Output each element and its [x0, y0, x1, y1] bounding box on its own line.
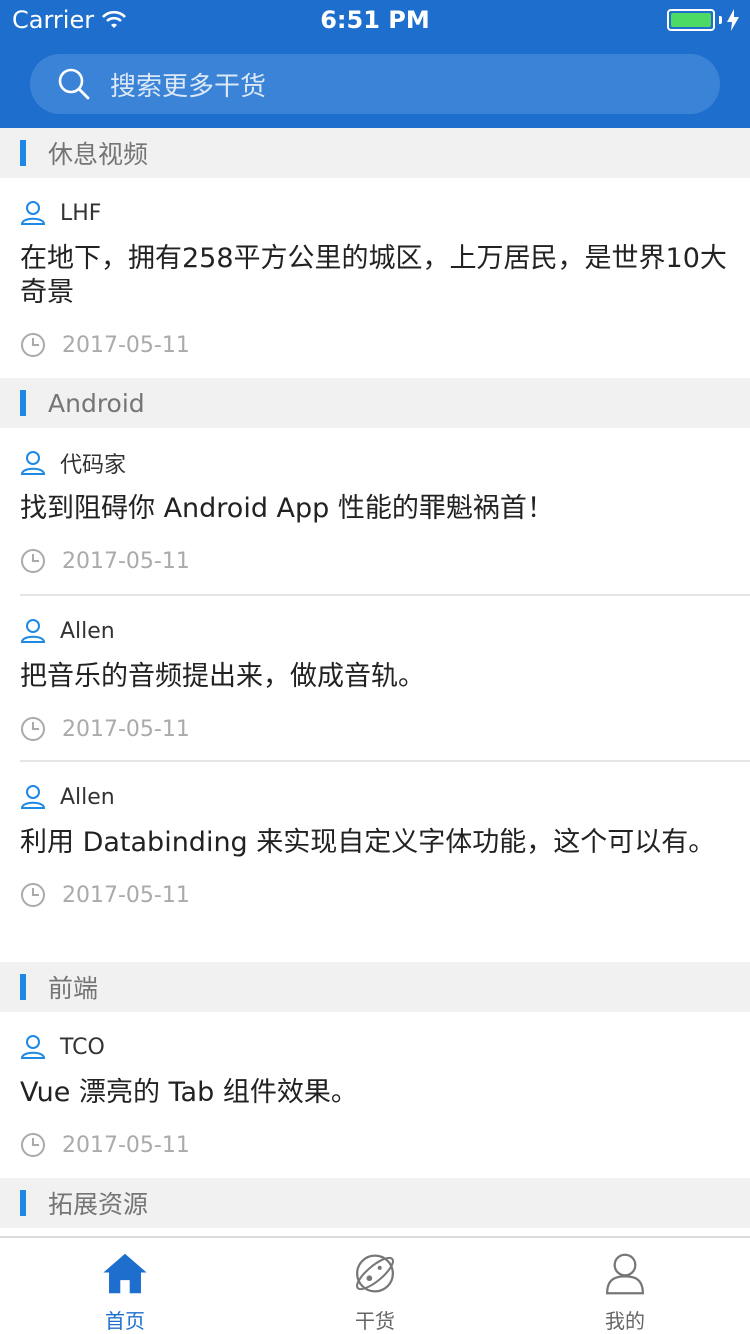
home-icon: [103, 1253, 147, 1294]
section-marker: [20, 140, 26, 166]
item-title[interactable]: 在地下，拥有258平方公里的城区，上万居民，是世界10大奇景: [20, 242, 730, 310]
author-name: Allen: [60, 618, 115, 644]
tab-label: 我的: [605, 1309, 645, 1333]
user-icon: [20, 619, 46, 643]
section-header: 前端: [0, 962, 750, 1012]
search-placeholder: 搜索更多干货: [110, 71, 267, 102]
user-icon: [20, 201, 46, 225]
section-title: 休息视频: [48, 140, 149, 169]
list-item[interactable]: TCO Vue 漂亮的 Tab 组件效果。 2017-05-11: [0, 1012, 750, 1178]
list-item[interactable]: LHF 在地下，拥有258平方公里的城区，上万居民，是世界10大奇景 2017-…: [0, 178, 750, 378]
item-date: 2017-05-11: [62, 1132, 190, 1158]
top-bar: Carrier 6:51 PM 搜索更多干货: [0, 0, 750, 128]
author-row: TCO: [20, 1012, 730, 1064]
battery-body: [667, 9, 715, 31]
status-time: 6:51 PM: [320, 6, 430, 34]
item-title[interactable]: Vue 漂亮的 Tab 组件效果。: [20, 1076, 730, 1110]
battery: [667, 9, 740, 31]
feed-list[interactable]: 休息视频 LHF 在地下，拥有258平方公里的城区，上万居民，是世界10大奇景 …: [0, 128, 750, 1236]
date-row: 2017-05-11: [20, 714, 730, 744]
item-date: 2017-05-11: [62, 332, 190, 358]
person-icon: [606, 1253, 644, 1295]
status-bar: Carrier 6:51 PM: [0, 0, 750, 40]
author-name: TCO: [60, 1034, 105, 1060]
clock-icon: [21, 717, 45, 741]
section-title: 前端: [48, 974, 99, 1003]
user-icon: [20, 785, 46, 809]
section-marker: [20, 974, 26, 1000]
section-header: Android: [0, 378, 750, 428]
author-row: 代码家: [20, 428, 730, 480]
clock-icon: [21, 1133, 45, 1157]
planet-icon: [356, 1254, 394, 1293]
list-item[interactable]: 代码家 找到阻碍你 Android App 性能的罪魁祸首！ 2017-05-1…: [0, 428, 750, 594]
item-date: 2017-05-11: [62, 548, 190, 574]
date-row: 2017-05-11: [20, 546, 730, 576]
author-name: LHF: [60, 200, 102, 226]
item-title[interactable]: 利用 Databinding 来实现自定义字体功能，这个可以有。: [20, 826, 730, 860]
author-name: 代码家: [60, 453, 127, 478]
item-date: 2017-05-11: [62, 882, 190, 908]
author-row: Allen: [20, 762, 730, 814]
item-title[interactable]: 把音乐的音频提出来，做成音轨。: [20, 660, 730, 694]
tab-label: 干货: [355, 1309, 395, 1333]
section-marker: [20, 390, 26, 416]
section-header: 拓展资源: [0, 1178, 750, 1228]
clock-icon: [21, 333, 45, 357]
tab-bar: 首页 干货 我的: [0, 1236, 750, 1334]
date-row: 2017-05-11: [20, 1130, 730, 1160]
section-title: Android: [48, 388, 145, 418]
search-icon: [58, 68, 90, 100]
clock-icon: [21, 883, 45, 907]
tab-label: 首页: [105, 1309, 145, 1333]
item-title[interactable]: 找到阻碍你 Android App 性能的罪魁祸首！: [20, 492, 730, 526]
tab-home[interactable]: 首页: [0, 1238, 250, 1334]
date-row: 2017-05-11: [20, 330, 730, 360]
user-icon: [20, 1035, 46, 1059]
search-input[interactable]: 搜索更多干货: [30, 54, 720, 114]
author-row: LHF: [20, 178, 730, 230]
author-name: Allen: [60, 784, 115, 810]
date-row: 2017-05-11: [20, 880, 730, 910]
author-row: Allen: [20, 596, 730, 648]
battery-fill: [671, 13, 711, 27]
battery-tip: [719, 16, 722, 24]
item-date: 2017-05-11: [62, 716, 190, 742]
section-header: 休息视频: [0, 128, 750, 178]
clock-icon: [21, 549, 45, 573]
tab-ganhuo[interactable]: 干货: [250, 1238, 500, 1334]
charging-bolt-icon: [727, 9, 739, 31]
section-title: 拓展资源: [48, 1190, 149, 1219]
list-item[interactable]: Allen 利用 Databinding 来实现自定义字体功能，这个可以有。 2…: [0, 762, 750, 962]
list-item[interactable]: Allen 把音乐的音频提出来，做成音轨。 2017-05-11: [0, 596, 750, 760]
section-marker: [20, 1190, 26, 1216]
tab-mine[interactable]: 我的: [500, 1238, 750, 1334]
user-icon: [20, 451, 46, 475]
